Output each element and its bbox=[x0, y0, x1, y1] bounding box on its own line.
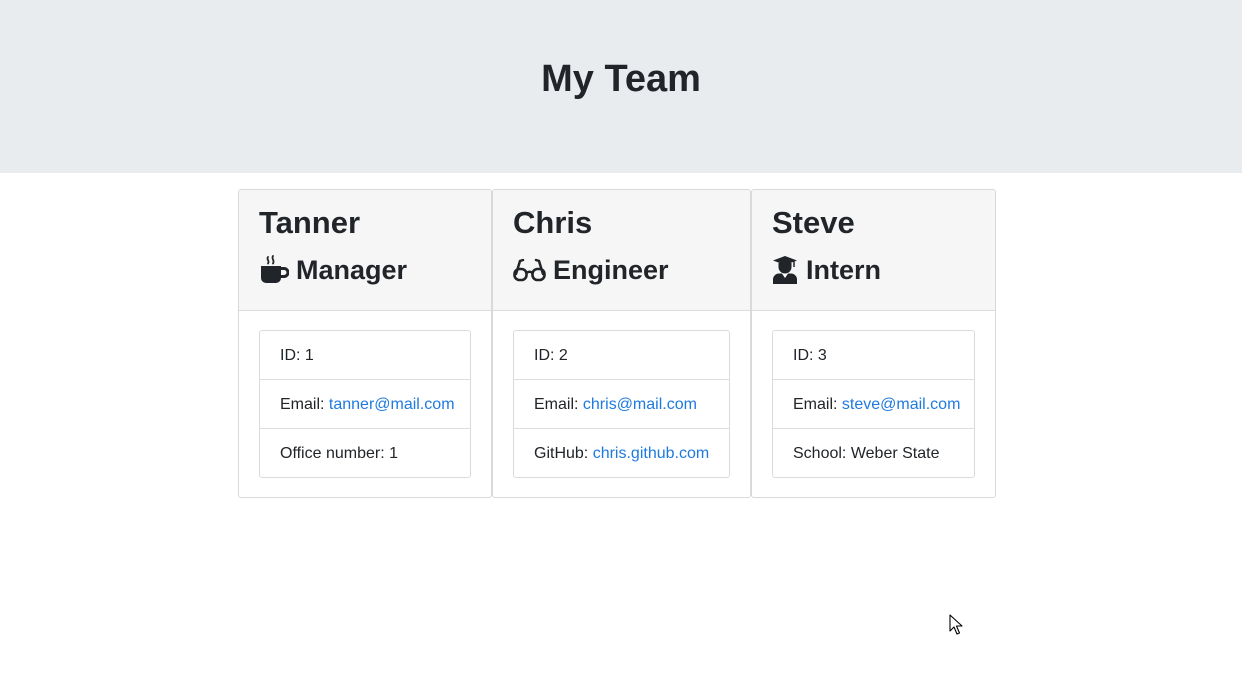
employee-card-tanner: Tanner Manager ID: 1 Email: tanner@mail.… bbox=[238, 189, 492, 498]
employee-role: Engineer bbox=[513, 252, 669, 288]
id-label: ID: bbox=[280, 347, 301, 364]
id-label: ID: bbox=[793, 347, 814, 364]
id-row: ID: 1 bbox=[260, 331, 470, 380]
email-link[interactable]: chris@mail.com bbox=[583, 396, 697, 413]
email-link[interactable]: steve@mail.com bbox=[842, 396, 961, 413]
id-value: 1 bbox=[304, 347, 314, 364]
employee-details-list: ID: 1 Email: tanner@mail.com Office numb… bbox=[259, 330, 471, 478]
role-label: Intern bbox=[806, 255, 882, 285]
email-row: Email: chris@mail.com bbox=[514, 380, 729, 429]
coffee-icon bbox=[259, 255, 289, 285]
office-number-label: Office number: bbox=[280, 445, 385, 462]
email-label: Email: bbox=[793, 396, 838, 413]
email-row: Email: steve@mail.com bbox=[773, 380, 974, 429]
mouse-cursor-icon bbox=[949, 614, 963, 635]
github-row: GitHub: chris.github.com bbox=[514, 429, 729, 477]
github-label: GitHub: bbox=[534, 445, 589, 462]
email-label: Email: bbox=[280, 396, 325, 413]
graduate-icon bbox=[772, 255, 798, 285]
id-label: ID: bbox=[534, 347, 555, 364]
card-header: Tanner Manager bbox=[239, 190, 491, 311]
employee-name: Tanner bbox=[259, 205, 361, 240]
page-header: My Team bbox=[0, 0, 1242, 173]
office-number-value: 1 bbox=[389, 445, 398, 462]
employee-details-list: ID: 2 Email: chris@mail.com GitHub: chri… bbox=[513, 330, 730, 478]
employee-name: Chris bbox=[513, 205, 593, 240]
school-value: Weber State bbox=[850, 445, 940, 462]
employee-card-chris: Chris Engineer ID: 2 Email: chris@mail.c… bbox=[492, 189, 751, 498]
id-row: ID: 2 bbox=[514, 331, 729, 380]
github-link[interactable]: chris.github.com bbox=[593, 445, 710, 462]
email-label: Email: bbox=[534, 396, 579, 413]
card-header: Steve Intern bbox=[752, 190, 995, 311]
employee-card-steve: Steve Intern ID: 3 Email: steve@mail.com… bbox=[751, 189, 996, 498]
employee-name: Steve bbox=[772, 205, 855, 240]
page-title: My Team bbox=[541, 58, 701, 100]
email-link[interactable]: tanner@mail.com bbox=[329, 396, 455, 413]
id-value: 2 bbox=[558, 347, 568, 364]
role-label: Manager bbox=[296, 255, 408, 285]
card-header: Chris Engineer bbox=[493, 190, 750, 311]
glasses-icon bbox=[513, 255, 546, 285]
school-row: School: Weber State bbox=[773, 429, 974, 477]
role-label: Engineer bbox=[553, 255, 669, 285]
email-row: Email: tanner@mail.com bbox=[260, 380, 470, 429]
employee-role: Intern bbox=[772, 252, 881, 288]
id-value: 3 bbox=[817, 347, 827, 364]
employee-role: Manager bbox=[259, 252, 407, 288]
id-row: ID: 3 bbox=[773, 331, 974, 380]
school-label: School: bbox=[793, 445, 847, 462]
office-number-row: Office number: 1 bbox=[260, 429, 470, 477]
employee-details-list: ID: 3 Email: steve@mail.com School: Webe… bbox=[772, 330, 975, 478]
